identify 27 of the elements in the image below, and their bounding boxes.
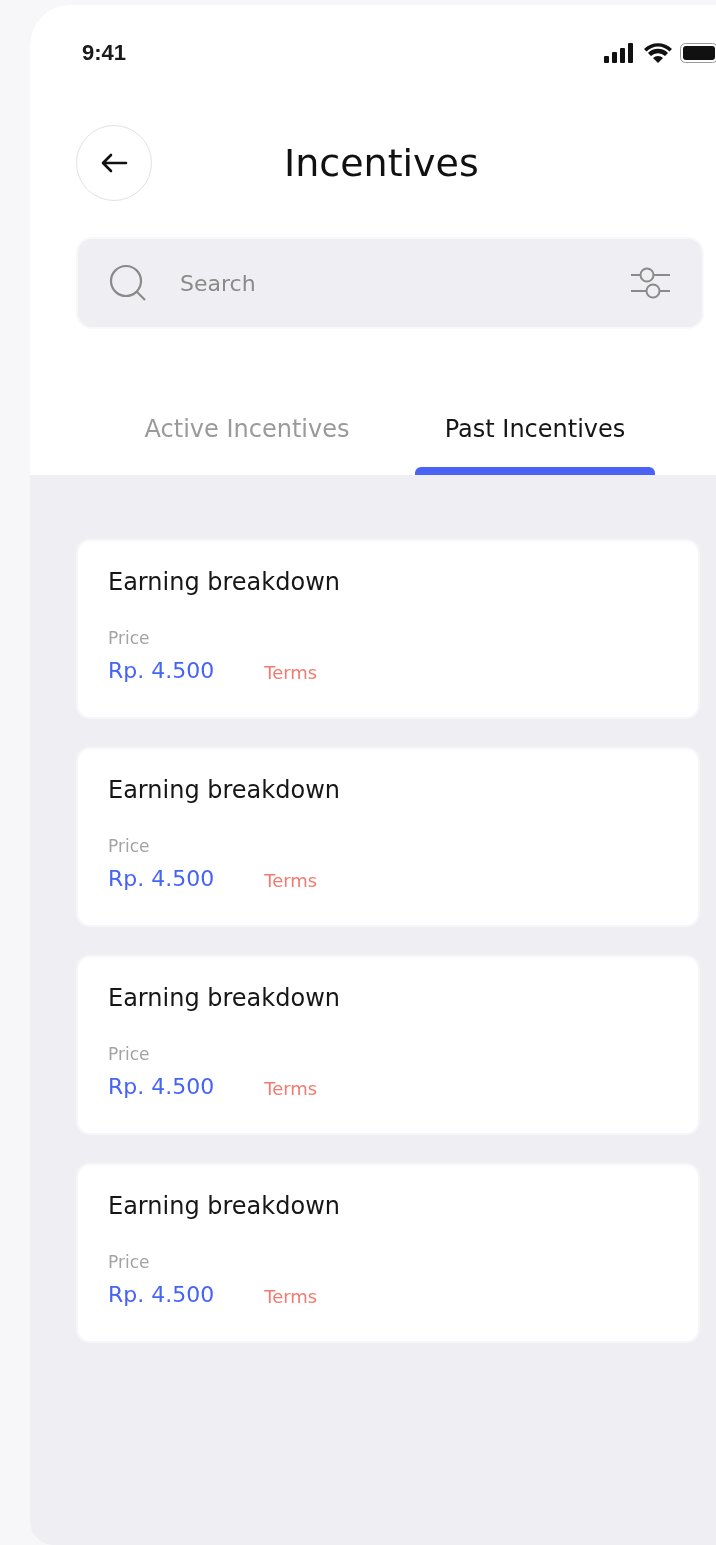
incentive-card[interactable]: Earning breakdown Price Rp. 4.500 Terms	[76, 955, 700, 1135]
status-time: 9:41	[82, 39, 127, 67]
card-title: Earning breakdown	[108, 775, 341, 805]
filter-sliders-icon	[630, 266, 672, 300]
page-title: Incentives	[284, 139, 479, 187]
wifi-icon	[644, 42, 672, 63]
tab[interactable]: Past Incentives	[391, 395, 679, 475]
card-title: Earning breakdown	[108, 983, 341, 1013]
search-field[interactable]: Search	[76, 237, 704, 329]
price-value: Rp. 4.500	[108, 865, 215, 893]
search-input[interactable]: Search	[180, 266, 630, 300]
incentive-card[interactable]: Earning breakdown Price Rp. 4.500 Terms	[76, 747, 700, 927]
price-label: Price	[108, 1043, 151, 1065]
price-label: Price	[108, 1251, 151, 1273]
back-arrow-icon	[100, 152, 128, 174]
card-title: Earning breakdown	[108, 567, 341, 597]
price-label: Price	[108, 835, 151, 857]
price-value: Rp. 4.500	[108, 1073, 215, 1101]
incentive-card[interactable]: Earning breakdown Price Rp. 4.500 Terms	[76, 539, 700, 719]
price-value: Rp. 4.500	[108, 1281, 215, 1309]
price-label: Price	[108, 627, 151, 649]
incentive-card[interactable]: Earning breakdown Price Rp. 4.500 Terms	[76, 1163, 700, 1343]
signal-icon	[604, 42, 636, 63]
search-icon	[108, 263, 148, 303]
price-value: Rp. 4.500	[108, 657, 215, 685]
card-title: Earning breakdown	[108, 1191, 341, 1221]
battery-icon	[680, 42, 716, 63]
